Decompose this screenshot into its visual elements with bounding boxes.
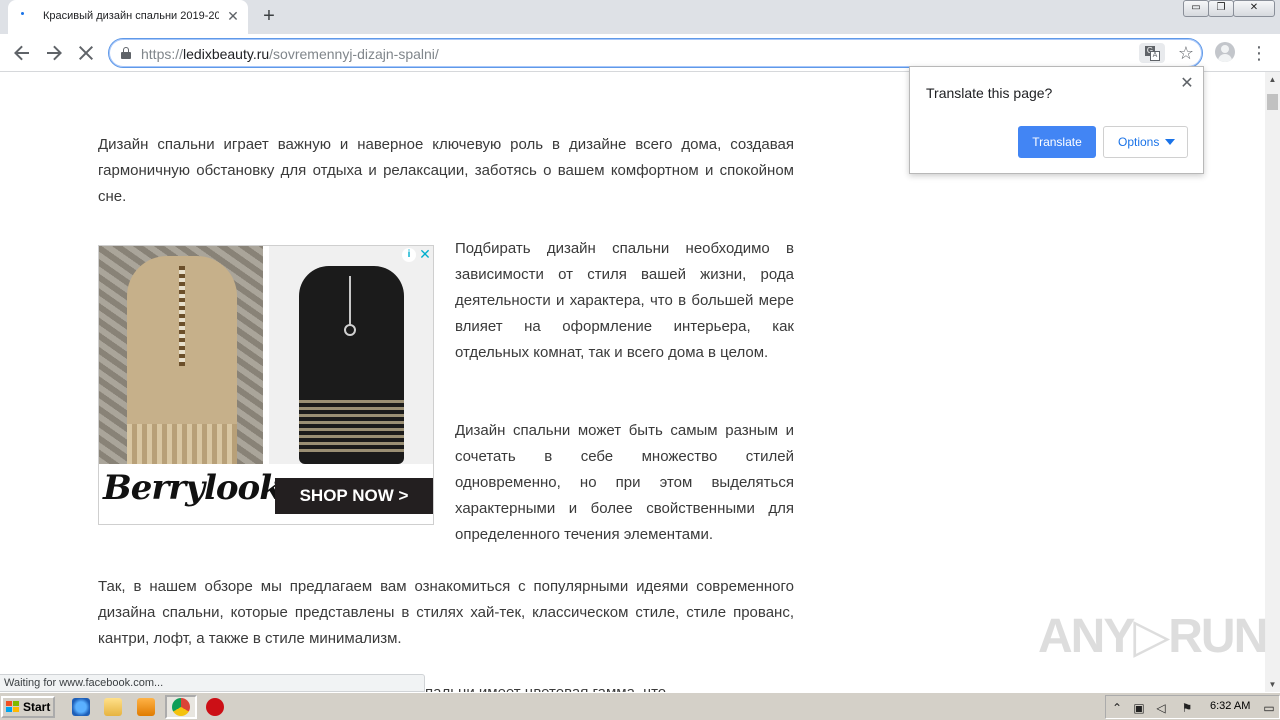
- advertisement[interactable]: i ✕ Berrylook SHOP NOW >: [98, 245, 434, 525]
- close-icon[interactable]: ✕: [1178, 75, 1196, 93]
- start-label: Start: [23, 700, 51, 714]
- new-tab-button[interactable]: +: [258, 6, 280, 28]
- url-text[interactable]: https://ledixbeauty.ru/sovremennyj-dizaj…: [141, 46, 439, 62]
- adchoices-icon[interactable]: i: [402, 248, 416, 262]
- tab-strip: Красивый дизайн спальни 2019-2020 ✕ + ▭ …: [0, 0, 1280, 34]
- profile-avatar[interactable]: [1215, 42, 1235, 62]
- media-player-icon[interactable]: [137, 698, 155, 716]
- article-paragraph: Дизайн спальни может быть самым разным и…: [455, 422, 794, 543]
- vertical-scrollbar[interactable]: ▲ ▼: [1265, 72, 1280, 692]
- ad-brand-logo: Berrylook: [103, 468, 283, 508]
- kebab-menu-icon[interactable]: ⋮: [1250, 41, 1268, 65]
- options-dropdown[interactable]: Options: [1103, 126, 1188, 158]
- caret-down-icon: [1165, 139, 1175, 145]
- back-button[interactable]: [10, 41, 34, 65]
- arrow-right-icon: [47, 45, 62, 61]
- close-window-button[interactable]: ✕: [1233, 0, 1275, 17]
- tab-title: Красивый дизайн спальни 2019-2020: [43, 10, 219, 22]
- article-paragraph: Дизайн спальни играет важную и наверное …: [98, 136, 794, 205]
- flag-icon[interactable]: ⚑: [1180, 701, 1194, 715]
- chrome-icon: [172, 698, 190, 716]
- scroll-down-icon[interactable]: ▼: [1265, 677, 1280, 692]
- ie-icon[interactable]: [72, 698, 90, 716]
- translate-bubble-title: Translate this page?: [926, 85, 1053, 101]
- favicon-icon: [21, 12, 24, 15]
- taskbar-clock: 6:32 AM: [1210, 700, 1251, 712]
- arrow-left-icon: [14, 45, 29, 61]
- tab-close-icon[interactable]: ✕: [225, 8, 241, 24]
- ad-shop-now-button[interactable]: SHOP NOW >: [275, 478, 433, 514]
- anyrun-watermark: ANY▷RUN: [1038, 610, 1268, 663]
- show-desktop-icon[interactable]: ▭: [1262, 701, 1276, 715]
- article-paragraph: Так, в нашем обзоре мы предлагаем вам оз…: [98, 578, 794, 647]
- options-label: Options: [1118, 135, 1160, 149]
- windows-logo-icon: [6, 701, 20, 713]
- system-tray: ⌃ ▣ ◁ ⚑ 6:32 AM ▭: [1105, 695, 1280, 719]
- translate-icon[interactable]: GA: [1139, 43, 1165, 63]
- forward-button[interactable]: [42, 41, 66, 65]
- taskbar-chrome-active[interactable]: [165, 695, 197, 719]
- start-button[interactable]: Start: [1, 696, 55, 718]
- translate-button[interactable]: Translate: [1018, 126, 1096, 158]
- network-icon[interactable]: ▣: [1132, 701, 1146, 715]
- windows-taskbar: Start ⌃ ▣ ◁ ⚑ 6:32 AM ▭: [0, 692, 1280, 720]
- translate-bubble: Translate this page? ✕ Translate Options: [909, 66, 1204, 174]
- scroll-up-icon[interactable]: ▲: [1265, 72, 1280, 87]
- restore-button[interactable]: ❐: [1208, 0, 1234, 17]
- ad-image-black-dress[interactable]: [269, 246, 433, 464]
- minimize-button[interactable]: ▭: [1183, 0, 1209, 17]
- chevron-up-icon[interactable]: ⌃: [1110, 701, 1124, 715]
- folder-icon[interactable]: [104, 698, 122, 716]
- ad-close-icon[interactable]: ✕: [418, 247, 432, 261]
- stop-icon: [79, 46, 93, 60]
- scroll-thumb[interactable]: [1267, 94, 1278, 110]
- stop-button[interactable]: [74, 41, 98, 65]
- opera-icon[interactable]: [206, 698, 224, 716]
- article-paragraph: Подбирать дизайн спальни необходимо в за…: [455, 240, 794, 361]
- volume-icon[interactable]: ◁: [1154, 701, 1168, 715]
- tab-active[interactable]: Красивый дизайн спальни 2019-2020 ✕: [8, 0, 248, 34]
- status-bubble: Waiting for www.facebook.com...: [0, 674, 425, 692]
- bookmark-star-icon[interactable]: ☆: [1175, 42, 1197, 64]
- address-bar[interactable]: https://ledixbeauty.ru/sovremennyj-dizaj…: [108, 38, 1203, 68]
- ad-image-beige-dress[interactable]: [99, 246, 263, 464]
- lock-icon: [121, 47, 131, 59]
